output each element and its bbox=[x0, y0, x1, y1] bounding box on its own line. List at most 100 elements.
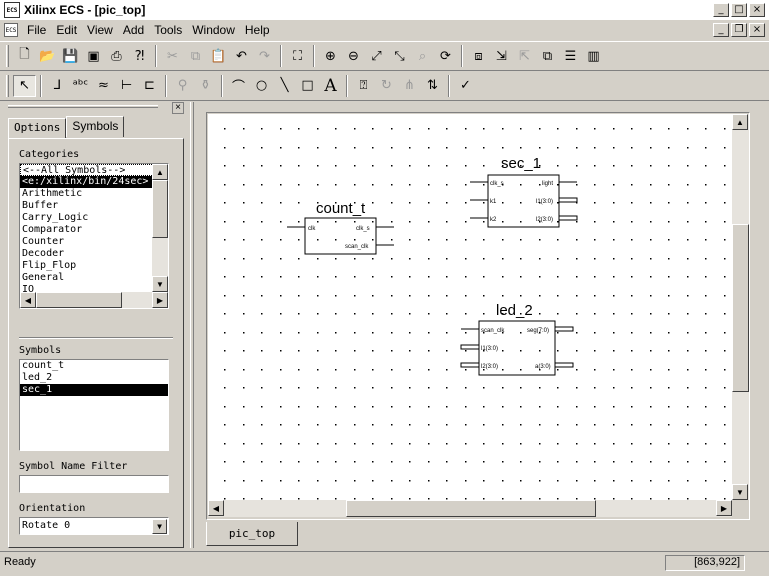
add-bus-tap-icon[interactable]: ⊢ bbox=[115, 75, 138, 97]
canvas-vscroll[interactable]: ▲ ▼ bbox=[732, 114, 749, 500]
copy-icon[interactable]: ⧉ bbox=[184, 45, 207, 67]
category-item[interactable]: <--All Symbols--> bbox=[20, 164, 168, 176]
category-item[interactable]: Comparator bbox=[20, 224, 168, 236]
categories-list[interactable]: <--All Symbols--> <e:/xilinx/bin/24sec> Ar… bbox=[19, 163, 169, 309]
scroll-down-icon[interactable]: ▼ bbox=[152, 276, 168, 292]
doc-minimize-button[interactable]: _ bbox=[713, 23, 729, 37]
tab-options[interactable]: Options bbox=[8, 118, 67, 139]
category-item[interactable]: Counter bbox=[20, 236, 168, 248]
tab-symbols[interactable]: Symbols bbox=[66, 116, 125, 137]
doc-close-button[interactable]: × bbox=[749, 23, 765, 37]
zoom-out-icon[interactable]: ⊖ bbox=[342, 45, 365, 67]
cascade-windows-icon[interactable]: ⧈ bbox=[467, 45, 490, 67]
symbol-item[interactable]: led_2 bbox=[20, 372, 168, 384]
symbol-led-2[interactable]: led_2 scan_clk l1(3:0) l2(3:0) seg(7:0) … bbox=[460, 302, 574, 376]
zoom-to-box-icon[interactable]: ⤡ bbox=[388, 45, 411, 67]
add-io-marker-icon[interactable]: ⊏ bbox=[138, 75, 161, 97]
save-all-icon[interactable]: ▣ bbox=[82, 45, 105, 67]
category-item[interactable]: Carry_Logic bbox=[20, 212, 168, 224]
menu-tools[interactable]: Tools bbox=[149, 23, 187, 37]
redo-icon[interactable]: ↷ bbox=[253, 45, 276, 67]
cut-icon[interactable]: ✂ bbox=[161, 45, 184, 67]
panel-drag-bar[interactable] bbox=[8, 105, 158, 108]
category-item[interactable]: Buffer bbox=[20, 200, 168, 212]
symbol-count-t[interactable]: count_t clk clk_s scan_clk bbox=[287, 200, 394, 255]
zoom-full-icon[interactable]: ⤢ bbox=[365, 45, 388, 67]
draw-rectangle-icon[interactable]: □ bbox=[296, 75, 319, 97]
maximize-button[interactable]: □ bbox=[731, 3, 747, 17]
rotate-icon[interactable]: ↻ bbox=[375, 75, 398, 97]
orientation-select[interactable]: Rotate 0 ▼ bbox=[19, 517, 169, 535]
categories-hscroll[interactable]: ◀ ▶ bbox=[20, 292, 168, 308]
print-icon[interactable]: ⎙ bbox=[105, 45, 128, 67]
scroll-right-icon[interactable]: ▶ bbox=[716, 500, 732, 516]
symbol-sec-1[interactable]: sec_1 clk_s k1 k2 light l1(3:0) l2(3:0) bbox=[470, 155, 578, 228]
categories-vscroll[interactable]: ▲ ▼ bbox=[152, 164, 168, 292]
paste-icon[interactable]: 📋 bbox=[207, 45, 230, 67]
context-help-icon[interactable]: ⁈ bbox=[128, 45, 151, 67]
zoom-in-icon[interactable]: ⊕ bbox=[319, 45, 342, 67]
find-binoculars-icon[interactable]: ⛶ bbox=[286, 45, 309, 67]
tile-windows-icon[interactable]: ⧉ bbox=[536, 45, 559, 67]
scroll-up-icon[interactable]: ▲ bbox=[732, 114, 748, 130]
add-text-icon[interactable]: A bbox=[319, 75, 342, 97]
scroll-thumb[interactable] bbox=[152, 180, 168, 238]
mirror-icon[interactable]: ⋔ bbox=[398, 75, 421, 97]
check-schematic-icon[interactable]: ✓ bbox=[454, 75, 477, 97]
symbols-list[interactable]: count_t led_2 sec_1 bbox=[19, 359, 169, 451]
close-button[interactable]: × bbox=[749, 3, 765, 17]
canvas-hscroll[interactable]: ◀ ▶ bbox=[208, 500, 732, 517]
category-item[interactable]: Decoder bbox=[20, 248, 168, 260]
menu-view[interactable]: View bbox=[82, 23, 118, 37]
scroll-thumb[interactable] bbox=[36, 292, 122, 308]
symbol-name-filter-input[interactable] bbox=[19, 475, 169, 493]
undo-icon[interactable]: ↶ bbox=[230, 45, 253, 67]
menu-edit[interactable]: Edit bbox=[51, 23, 82, 37]
category-item[interactable]: Flip_Flop bbox=[20, 260, 168, 272]
new-file-icon[interactable]: 🗋 bbox=[13, 45, 36, 67]
category-item[interactable]: General bbox=[20, 272, 168, 284]
symbol-item[interactable]: sec_1 bbox=[20, 384, 168, 396]
draw-arc-icon[interactable]: ⌒ bbox=[227, 75, 250, 97]
document-icon[interactable]: ECS bbox=[4, 23, 18, 37]
push-into-symbol-icon[interactable]: ⇲ bbox=[490, 45, 513, 67]
canvas-vscroll-thumb[interactable] bbox=[732, 224, 749, 392]
draw-circle-icon[interactable]: ○ bbox=[250, 75, 273, 97]
menu-add[interactable]: Add bbox=[118, 23, 149, 37]
scroll-up-icon[interactable]: ▲ bbox=[152, 164, 168, 180]
category-item[interactable]: <e:/xilinx/bin/24sec> bbox=[20, 176, 168, 188]
toolbar-grip[interactable] bbox=[6, 74, 9, 97]
tile-vertical-icon[interactable]: ▥ bbox=[582, 45, 605, 67]
select-arrow-icon[interactable]: ↖ bbox=[13, 74, 36, 97]
panel-splitter[interactable] bbox=[190, 102, 194, 548]
open-folder-icon[interactable]: 📂 bbox=[36, 45, 59, 67]
menu-file[interactable]: File bbox=[22, 23, 51, 37]
scroll-left-icon[interactable]: ◀ bbox=[20, 292, 36, 308]
help-box-icon[interactable]: ⍰ bbox=[352, 75, 375, 97]
zoom-selected-icon[interactable]: ⌕ bbox=[411, 45, 434, 67]
symbol-item[interactable]: count_t bbox=[20, 360, 168, 372]
swap-arrows-icon[interactable]: ⇅ bbox=[421, 75, 444, 97]
scroll-down-icon[interactable]: ▼ bbox=[732, 484, 748, 500]
menu-window[interactable]: Window bbox=[187, 23, 240, 37]
pop-to-calling-icon[interactable]: ⇱ bbox=[513, 45, 536, 67]
toolbar-grip[interactable] bbox=[6, 45, 9, 67]
tile-horizontal-icon[interactable]: ☰ bbox=[559, 45, 582, 67]
canvas-hscroll-thumb[interactable] bbox=[346, 500, 596, 517]
category-item[interactable]: Arithmetic bbox=[20, 188, 168, 200]
draw-line-icon[interactable]: ╲ bbox=[273, 75, 296, 97]
scroll-left-icon[interactable]: ◀ bbox=[208, 500, 224, 516]
refresh-icon[interactable]: ⟳ bbox=[434, 45, 457, 67]
add-net-name-icon[interactable]: ᵃᵇᶜ bbox=[69, 75, 92, 97]
menu-help[interactable]: Help bbox=[240, 23, 275, 37]
schematic-canvas[interactable]: count_t clk clk_s scan_clk sec_1 clk_s k… bbox=[208, 114, 732, 500]
save-icon[interactable]: 💾 bbox=[59, 45, 82, 67]
scroll-right-icon[interactable]: ▶ bbox=[152, 292, 168, 308]
chevron-down-icon[interactable]: ▼ bbox=[152, 519, 167, 534]
add-wire-icon[interactable]: ⅃ bbox=[46, 75, 69, 97]
schematic-svg[interactable]: count_t clk clk_s scan_clk sec_1 clk_s k… bbox=[208, 114, 732, 500]
panel-close-icon[interactable]: × bbox=[172, 102, 184, 114]
tab-pic-top[interactable]: pic_top bbox=[206, 522, 298, 546]
minimize-button[interactable]: _ bbox=[713, 3, 729, 17]
rename-bus-icon[interactable]: ≈ bbox=[92, 75, 115, 97]
